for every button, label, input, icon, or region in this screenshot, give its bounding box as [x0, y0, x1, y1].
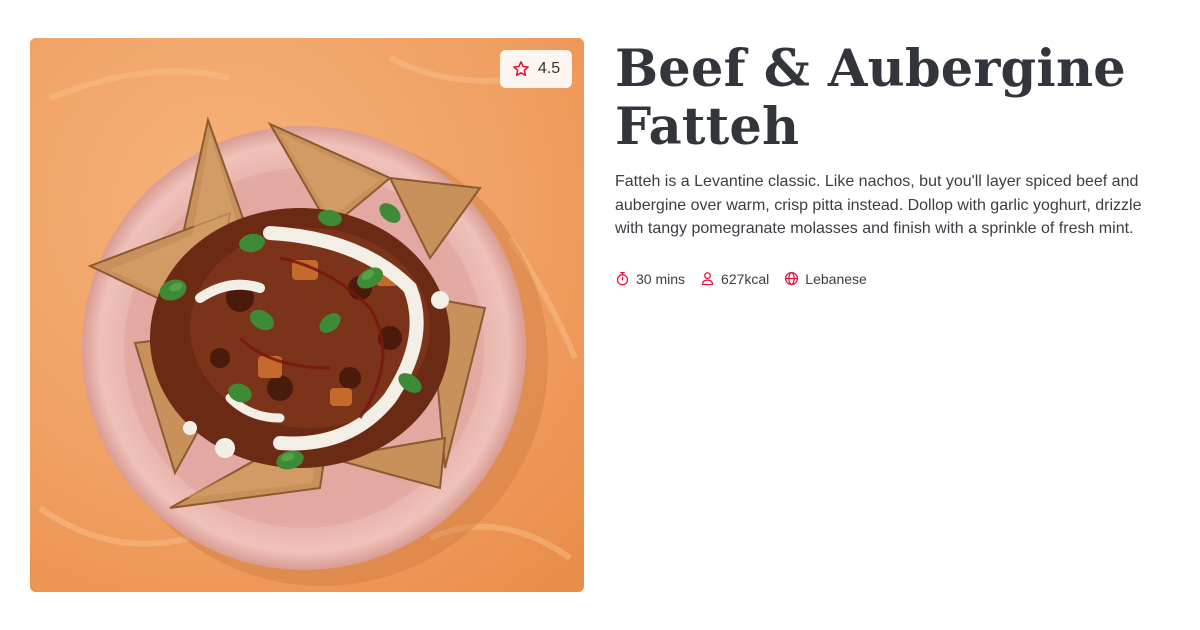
rating-value: 4.5 — [537, 60, 561, 77]
meta-time-label: 30 mins — [636, 270, 686, 287]
meta-calories: 627kcal — [700, 271, 769, 287]
recipe-meta: 30 mins 627kcal Lebanese — [615, 271, 1175, 287]
globe-icon — [784, 271, 799, 286]
meta-cuisine-label: Lebanese — [805, 270, 867, 287]
rating-badge[interactable]: 4.5 — [500, 50, 572, 88]
recipe-title: Beef & Aubergine Fatteh — [615, 39, 1126, 157]
recipe-card: 4.5 Beef & Aubergine Fatteh Fatteh is a … — [0, 0, 1200, 630]
person-icon — [700, 271, 715, 286]
recipe-info: Beef & Aubergine Fatteh Fatteh is a Leva… — [615, 40, 1175, 287]
meta-calories-label: 627kcal — [721, 270, 770, 287]
meta-cuisine: Lebanese — [784, 271, 867, 287]
timer-icon — [615, 271, 630, 286]
meta-time: 30 mins — [615, 271, 685, 287]
recipe-description: Fatteh is a Levantine classic. Like nach… — [615, 173, 1142, 237]
star-outline-icon — [512, 60, 530, 78]
recipe-photo[interactable] — [30, 38, 584, 592]
